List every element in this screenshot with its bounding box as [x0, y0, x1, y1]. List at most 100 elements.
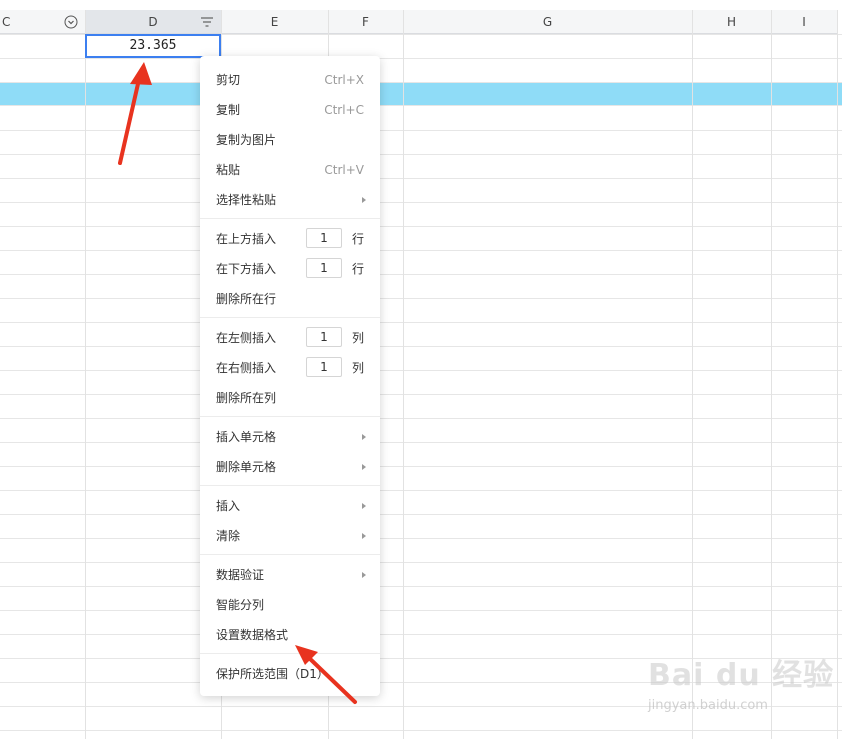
- row-divider: [0, 442, 842, 443]
- cell-value: 23.365: [129, 38, 177, 53]
- menu-item-copy-as-image[interactable]: 复制为图片: [216, 129, 368, 151]
- menu-label: 删除所在列: [216, 391, 277, 405]
- row-divider: [0, 105, 842, 106]
- watermark-logo-text: Bai du 经验: [648, 658, 835, 693]
- column-header-g[interactable]: G: [403, 10, 692, 34]
- row-divider: [0, 202, 842, 203]
- menu-label: 插入: [216, 499, 241, 513]
- menu-label: 剪切: [216, 73, 241, 87]
- menu-label: 在下方插入: [216, 262, 277, 276]
- menu-item-insert-cells[interactable]: 插入单元格: [216, 426, 368, 448]
- menu-item-paste-special[interactable]: 选择性粘贴: [216, 189, 368, 211]
- column-label-i: I: [802, 15, 806, 29]
- column-divider: [692, 10, 693, 739]
- column-divider: [85, 10, 86, 739]
- column-menu-icon[interactable]: [200, 15, 214, 29]
- menu-label: 数据验证: [216, 568, 265, 582]
- unit-label: 行: [352, 262, 365, 276]
- menu-item-clear[interactable]: 清除: [216, 525, 368, 547]
- menu-label: 删除单元格: [216, 460, 277, 474]
- filter-dropdown-icon[interactable]: [64, 15, 78, 29]
- menu-label: 删除所在行: [216, 292, 277, 306]
- menu-item-delete-column[interactable]: 删除所在列: [216, 387, 368, 409]
- column-label-c: C: [2, 15, 11, 29]
- row-divider: [0, 250, 842, 251]
- menu-label: 插入单元格: [216, 430, 277, 444]
- menu-separator: [200, 653, 380, 654]
- menu-item-set-data-format[interactable]: 设置数据格式: [216, 624, 368, 646]
- menu-item-paste[interactable]: 粘贴 Ctrl+V: [216, 159, 368, 181]
- column-divider: [837, 10, 838, 739]
- row-divider: [0, 370, 842, 371]
- shortcut-label: Ctrl+C: [324, 103, 364, 117]
- spreadsheet-grid: C D E F G H I 23.365: [0, 0, 842, 739]
- row-divider: [0, 586, 842, 587]
- menu-item-insert[interactable]: 插入: [216, 495, 368, 517]
- menu-separator: [200, 416, 380, 417]
- menu-label: 复制为图片: [216, 133, 277, 147]
- menu-label: 设置数据格式: [216, 628, 289, 642]
- menu-label: 在上方插入: [216, 232, 277, 246]
- row-divider: [0, 274, 842, 275]
- row-divider: [0, 322, 842, 323]
- row-divider: [0, 418, 842, 419]
- column-label-d: D: [148, 15, 158, 29]
- row-divider: [0, 730, 842, 731]
- menu-item-delete-row[interactable]: 删除所在行: [216, 288, 368, 310]
- column-label-h: H: [726, 15, 737, 29]
- submenu-arrow-icon: [362, 572, 366, 578]
- menu-item-insert-right[interactable]: 在右侧插入 1 列: [216, 357, 368, 379]
- menu-item-delete-cells[interactable]: 删除单元格: [216, 456, 368, 478]
- highlighted-row: [0, 82, 842, 105]
- selected-cell-d1[interactable]: 23.365: [85, 34, 221, 58]
- unit-label: 列: [352, 361, 365, 375]
- submenu-arrow-icon: [362, 503, 366, 509]
- row-divider: [0, 538, 842, 539]
- menu-label: 粘贴: [216, 163, 241, 177]
- row-divider: [0, 514, 842, 515]
- menu-label: 保护所选范围（D1）: [216, 667, 329, 681]
- column-header-h[interactable]: H: [692, 10, 771, 34]
- baidu-watermark: Bai du 经验 jingyan.baidu.com: [648, 650, 838, 720]
- row-divider: [0, 610, 842, 611]
- insert-left-count-input[interactable]: 1: [306, 327, 342, 347]
- menu-label: 选择性粘贴: [216, 193, 277, 207]
- menu-item-data-validation[interactable]: 数据验证: [216, 564, 368, 586]
- insert-below-count-input[interactable]: 1: [306, 258, 342, 278]
- menu-separator: [200, 554, 380, 555]
- column-header-e[interactable]: E: [221, 10, 328, 34]
- menu-item-insert-above[interactable]: 在上方插入 1 行: [216, 228, 368, 250]
- menu-item-copy[interactable]: 复制 Ctrl+C: [216, 99, 368, 121]
- menu-label: 在右侧插入: [216, 361, 277, 375]
- menu-item-insert-below[interactable]: 在下方插入 1 行: [216, 258, 368, 280]
- unit-label: 列: [352, 331, 365, 345]
- submenu-arrow-icon: [362, 197, 366, 203]
- column-divider: [771, 10, 772, 739]
- row-divider: [0, 226, 842, 227]
- menu-label: 清除: [216, 529, 241, 543]
- column-header-i[interactable]: I: [771, 10, 837, 34]
- submenu-arrow-icon: [362, 434, 366, 440]
- row-divider: [0, 346, 842, 347]
- context-menu: 剪切 Ctrl+X 复制 Ctrl+C 复制为图片 粘贴 Ctrl+V 选择性粘…: [200, 56, 380, 696]
- menu-item-insert-left[interactable]: 在左侧插入 1 列: [216, 327, 368, 349]
- column-label-f: F: [362, 15, 369, 29]
- insert-right-count-input[interactable]: 1: [306, 357, 342, 377]
- row-divider: [0, 82, 842, 83]
- insert-above-count-input[interactable]: 1: [306, 228, 342, 248]
- column-header-f[interactable]: F: [328, 10, 403, 34]
- row-divider: [0, 466, 842, 467]
- submenu-arrow-icon: [362, 533, 366, 539]
- menu-separator: [200, 218, 380, 219]
- menu-item-protect-range[interactable]: 保护所选范围（D1）: [216, 663, 368, 685]
- menu-separator: [200, 317, 380, 318]
- menu-label: 智能分列: [216, 598, 265, 612]
- menu-item-cut[interactable]: 剪切 Ctrl+X: [216, 69, 368, 91]
- row-divider: [0, 154, 842, 155]
- menu-item-smart-split[interactable]: 智能分列: [216, 594, 368, 616]
- submenu-arrow-icon: [362, 464, 366, 470]
- row-divider: [0, 178, 842, 179]
- row-divider: [0, 58, 842, 59]
- row-divider: [0, 130, 842, 131]
- menu-separator: [200, 485, 380, 486]
